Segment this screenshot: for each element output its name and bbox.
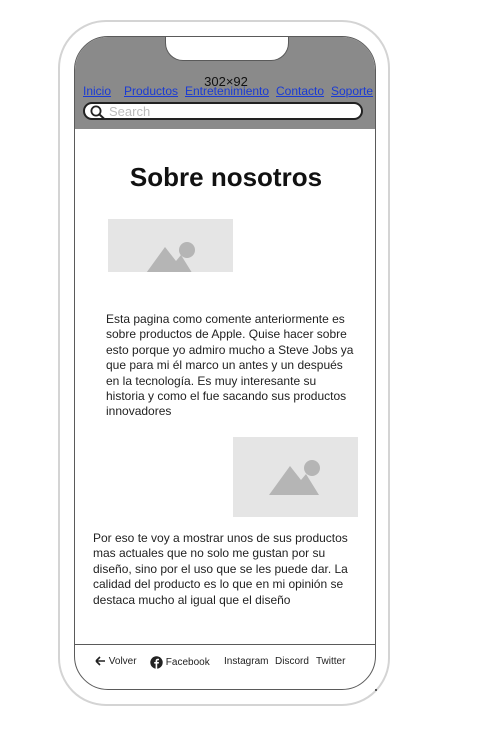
footer: Volver Facebook Instagram Discord Twitte…: [75, 654, 375, 670]
corner-mark: [375, 689, 377, 691]
paragraph-intro: Esta pagina como comente anteriormente e…: [106, 312, 354, 419]
back-link[interactable]: Volver: [95, 656, 137, 667]
image-placeholder-1: [108, 219, 233, 276]
nav-link-productos[interactable]: Productos: [124, 84, 178, 98]
page-title: Sobre nosotros: [129, 162, 323, 192]
nav-link-contacto[interactable]: Contacto: [276, 84, 324, 98]
nav-link-inicio[interactable]: Inicio: [83, 84, 111, 98]
search-input[interactable]: [109, 104, 359, 118]
nav-link-entretenimiento[interactable]: Entretenimiento: [185, 84, 269, 98]
nav-link-soporte[interactable]: Soporte: [331, 84, 373, 98]
discord-link[interactable]: Discord: [275, 656, 309, 667]
nav-bar: Inicio Productos Entretenimiento Contact…: [83, 84, 375, 98]
twitter-link[interactable]: Twitter: [316, 656, 345, 667]
image-placeholder-2: [233, 437, 358, 517]
image-placeholder-icon: [269, 460, 320, 495]
back-label: Volver: [108, 656, 137, 667]
header: 302×92 Inicio Productos Entretenimiento …: [75, 37, 375, 129]
search-bar[interactable]: [83, 102, 363, 120]
image-placeholder-icon: [144, 242, 195, 276]
facebook-link[interactable]: Facebook: [150, 656, 210, 669]
facebook-label: Facebook: [165, 657, 210, 669]
paragraph-products: Por eso te voy a mostrar unos de sus pro…: [93, 531, 348, 607]
phone-screen: 302×92 Inicio Productos Entretenimiento …: [74, 36, 376, 690]
footer-divider: [75, 644, 375, 645]
search-icon: [90, 105, 105, 119]
arrow-left-icon: [95, 656, 105, 666]
facebook-icon: [150, 656, 163, 669]
phone-notch: [165, 37, 289, 61]
instagram-link[interactable]: Instagram: [224, 656, 268, 667]
